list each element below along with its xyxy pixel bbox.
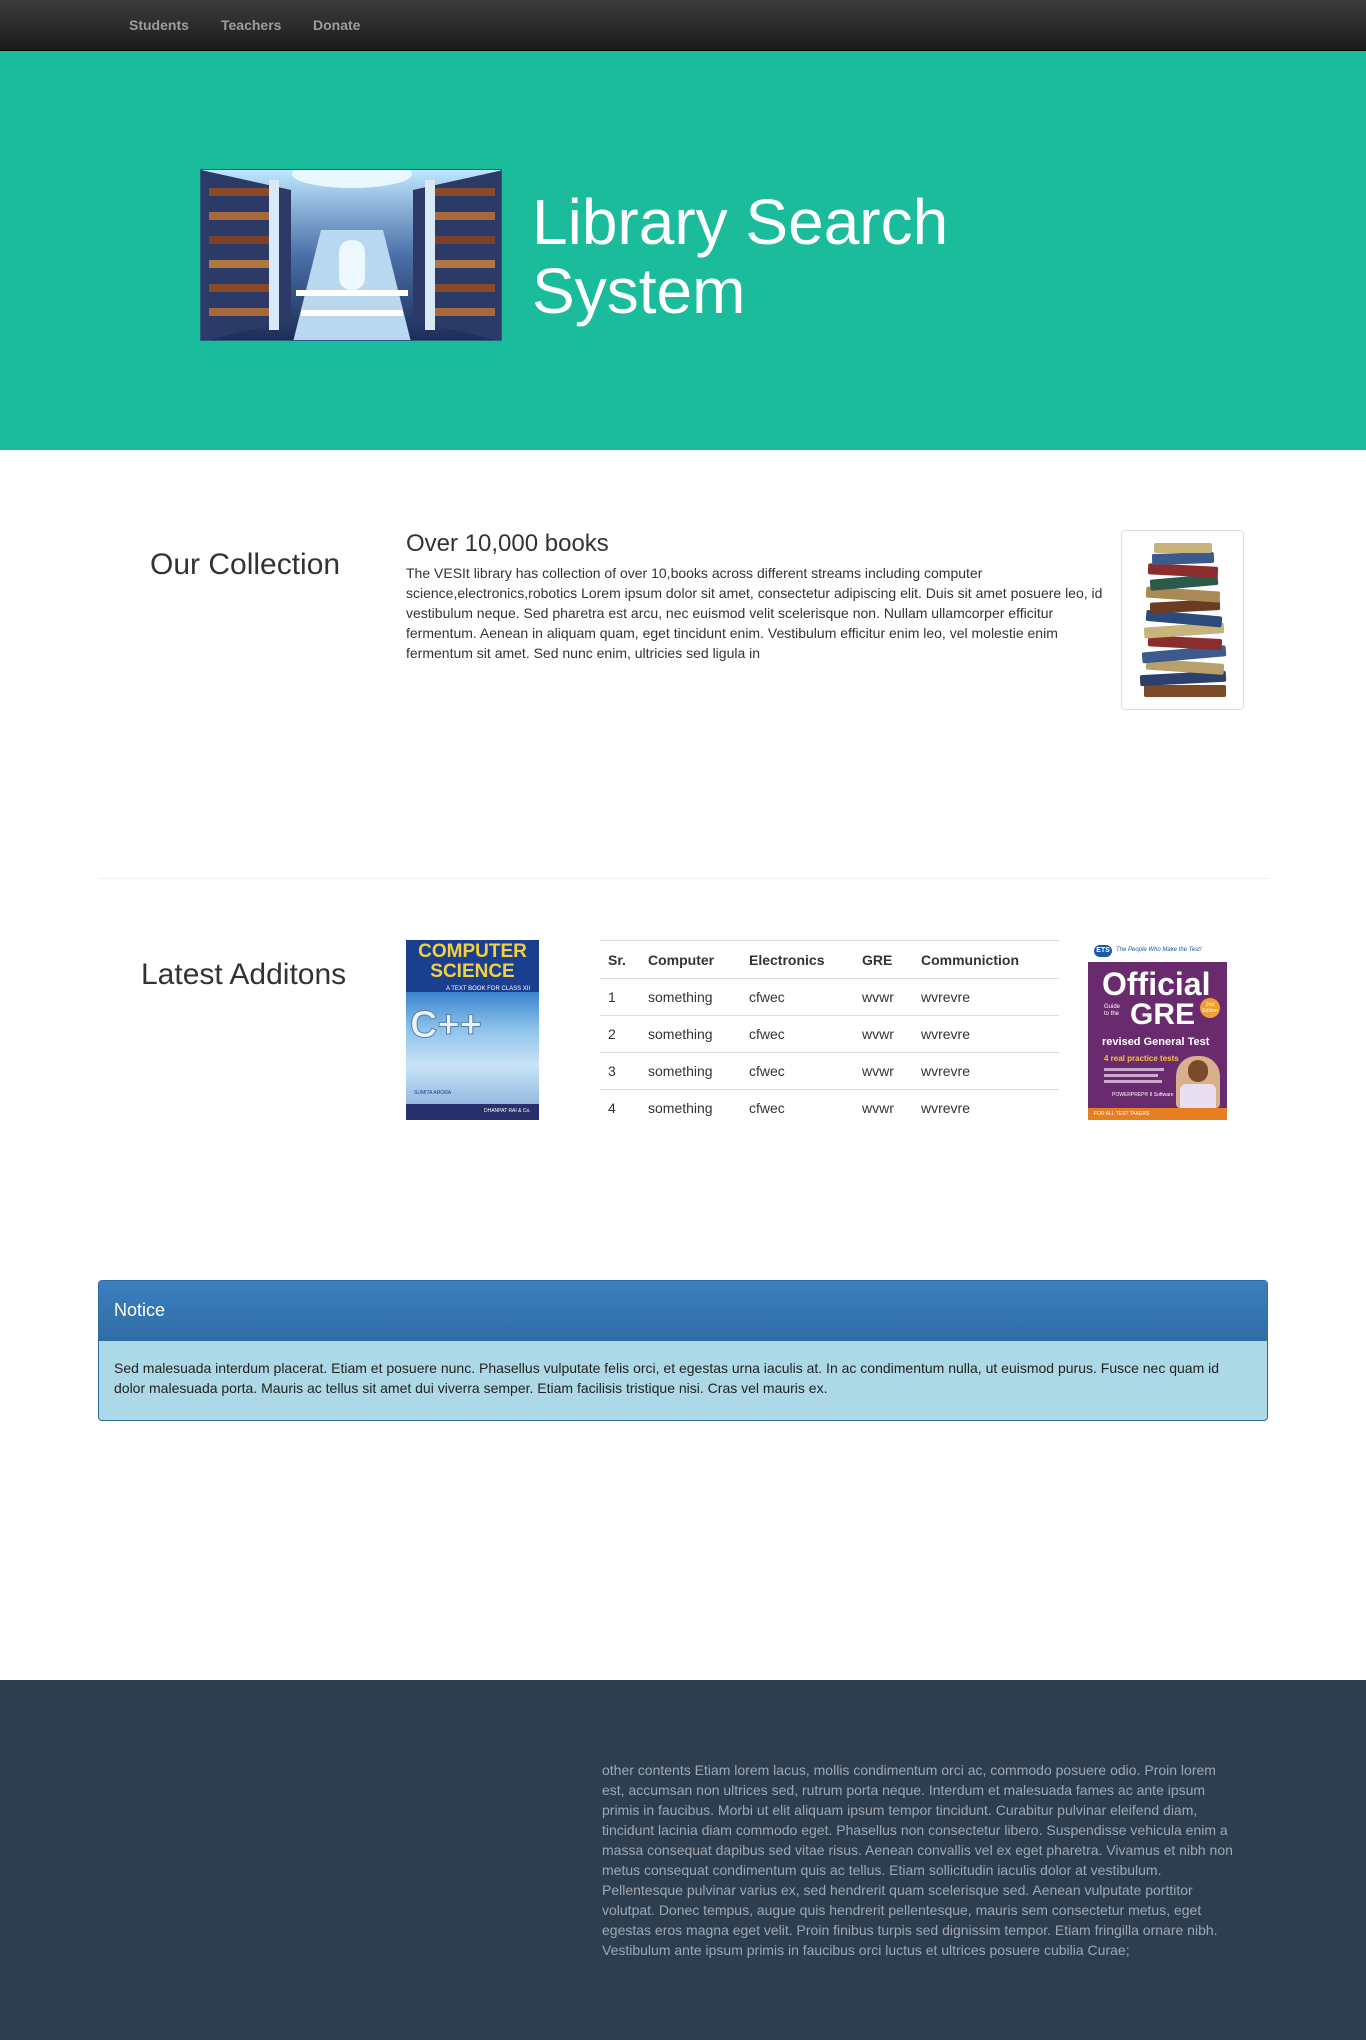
cell-communiction: wvrevre — [913, 1052, 1059, 1090]
cell-electronics: cfwec — [741, 1052, 854, 1090]
cell-electronics: cfwec — [741, 978, 854, 1016]
cell-electronics: cfwec — [741, 1015, 854, 1053]
table-row: 4 something cfwec wvwr wvrevre — [600, 1089, 1059, 1127]
cell-gre: wvwr — [854, 978, 913, 1016]
cell-sr: 3 — [600, 1052, 640, 1090]
latest-additions-table: Sr. Computer Electronics GRE Communictio… — [600, 940, 1059, 1127]
table-header-row: Sr. Computer Electronics GRE Communictio… — [600, 940, 1059, 979]
notice-body: Sed malesuada interdum placerat. Etiam e… — [114, 1360, 1220, 1396]
ets-logo: ETS — [1094, 945, 1112, 957]
gre-revised: revised General Test — [1102, 1036, 1210, 1048]
gre-edition-badge: 2nd Edition — [1200, 998, 1220, 1018]
gre-bullet-3 — [1104, 1080, 1162, 1083]
nav-link-teachers[interactable]: Teachers — [221, 17, 281, 33]
col-header-gre: GRE — [854, 940, 913, 979]
cell-computer: something — [640, 978, 741, 1016]
cell-electronics: cfwec — [741, 1089, 854, 1127]
cell-gre: wvwr — [854, 1089, 913, 1127]
navbar: Students Teachers Donate — [0, 0, 1366, 51]
cs-book-cover[interactable]: COMPUTER SCIENCE A TEXT BOOK FOR CLASS X… — [406, 940, 539, 1120]
gre-bullet-2 — [1104, 1074, 1158, 1077]
cell-communiction: wvrevre — [913, 978, 1059, 1016]
collection-heading: Our Collection — [150, 548, 341, 581]
col-header-communiction: Communiction — [913, 940, 1059, 979]
cell-sr: 4 — [600, 1089, 640, 1127]
gre-bullet-1 — [1104, 1068, 1164, 1071]
book-title-line1: COMPUTER — [418, 941, 527, 962]
nav-link-students[interactable]: Students — [129, 17, 189, 33]
book-cover-title: COMPUTER SCIENCE — [406, 940, 539, 982]
footer-text: other contents Etiam lorem lacus, mollis… — [602, 1762, 1233, 1958]
gre-powerprep: POWERPREP® II Software — [1112, 1092, 1174, 1098]
col-header-electronics: Electronics — [741, 940, 854, 979]
gre-guide: Guide to the — [1104, 1004, 1121, 1017]
gre-bottom-text: FOR ALL TEST TAKERS — [1094, 1111, 1150, 1117]
cell-computer: something — [640, 1052, 741, 1090]
book-subtitle: A TEXT BOOK FOR CLASS XII — [446, 986, 531, 992]
gre-big: GRE — [1130, 998, 1196, 1031]
notice-heading: Notice — [99, 1281, 1267, 1341]
collection-subheading: Over 10,000 books — [406, 530, 609, 557]
notice-panel: Notice Sed malesuada interdum placerat. … — [98, 1280, 1268, 1421]
cell-communiction: wvrevre — [913, 1015, 1059, 1053]
section-divider — [98, 878, 1268, 879]
table-row: 3 something cfwec wvwr wvrevre — [600, 1052, 1059, 1090]
cell-sr: 1 — [600, 978, 640, 1016]
gre-tests: 4 real practice tests — [1104, 1054, 1179, 1063]
cell-gre: wvwr — [854, 1015, 913, 1053]
gre-book-cover[interactable]: ETS The People Who Make the Test! Offici… — [1088, 940, 1227, 1120]
gre-tagline: The People Who Make the Test! — [1116, 947, 1202, 953]
col-header-sr: Sr. — [600, 940, 640, 979]
hero-banner: Library Search System — [0, 51, 1366, 450]
book-big-label: C++ — [410, 1004, 483, 1047]
gre-author-photo — [1176, 1056, 1220, 1108]
cell-communiction: wvrevre — [913, 1089, 1059, 1127]
col-header-computer: Computer — [640, 940, 741, 979]
table-row: 2 something cfwec wvwr wvrevre — [600, 1015, 1059, 1053]
cell-computer: something — [640, 1089, 741, 1127]
nav-link-donate[interactable]: Donate — [313, 17, 360, 33]
cell-computer: something — [640, 1015, 741, 1053]
footer: other contents Etiam lorem lacus, mollis… — [0, 1680, 1366, 2040]
collection-description: The VESIt library has collection of over… — [406, 565, 1103, 661]
book-publisher: DHANPAT RAI & Co. — [484, 1108, 531, 1114]
library-image — [200, 169, 502, 341]
book-title-line2: SCIENCE — [430, 961, 515, 982]
page-title: Library Search System — [532, 186, 949, 327]
cell-gre: wvwr — [854, 1052, 913, 1090]
latest-additions-heading: Latest Additons — [141, 958, 347, 991]
books-stack-image — [1121, 530, 1244, 710]
table-row: 1 something cfwec wvwr wvrevre — [600, 978, 1059, 1016]
cell-sr: 2 — [600, 1015, 640, 1053]
book-author: SUMITA ARORA — [414, 1090, 452, 1096]
